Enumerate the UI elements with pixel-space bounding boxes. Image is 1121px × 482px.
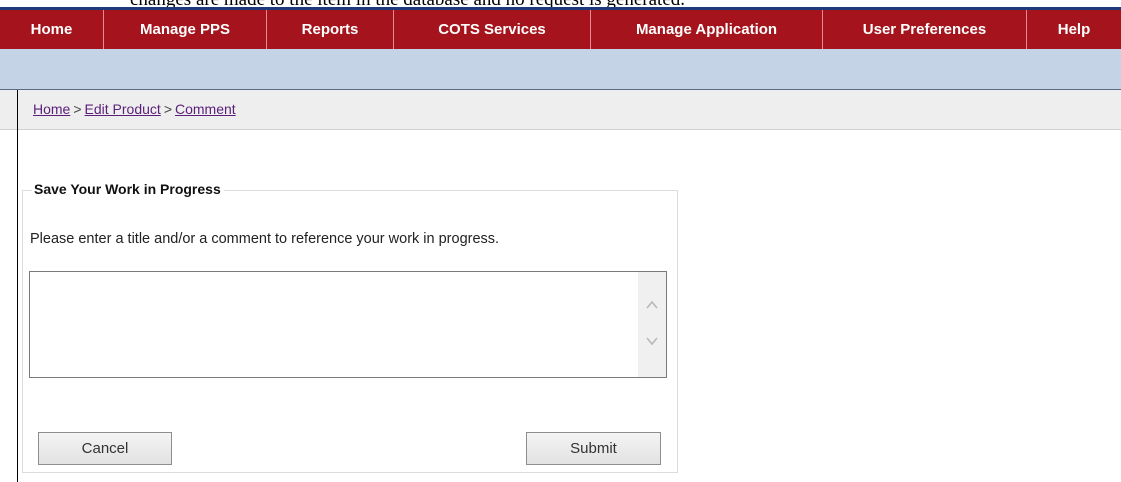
nav-item-user-preferences[interactable]: User Preferences xyxy=(823,10,1027,49)
submit-button[interactable]: Submit xyxy=(526,432,661,465)
nav-item-cots-services[interactable]: COTS Services xyxy=(394,10,591,49)
nav-item-manage-pps[interactable]: Manage PPS xyxy=(104,10,267,49)
comment-textarea-wrapper xyxy=(29,271,667,378)
chevron-up-icon[interactable] xyxy=(645,298,659,312)
chevron-down-icon[interactable] xyxy=(645,334,659,348)
fieldset-legend: Save Your Work in Progress xyxy=(32,181,224,197)
nav-item-reports[interactable]: Reports xyxy=(267,10,394,49)
nav-item-help[interactable]: Help xyxy=(1027,10,1121,49)
breadcrumb-separator: > xyxy=(73,101,82,117)
comment-textarea[interactable] xyxy=(30,272,638,377)
breadcrumb-separator: > xyxy=(163,101,172,117)
breadcrumb-link-edit-product[interactable]: Edit Product xyxy=(85,101,161,117)
textarea-scrollbar[interactable] xyxy=(638,272,666,377)
instructions-text: Please enter a title and/or a comment to… xyxy=(30,231,500,247)
main-navbar: Home Manage PPS Reports COTS Services Ma… xyxy=(0,10,1121,49)
breadcrumb-link-comment[interactable]: Comment xyxy=(175,101,236,117)
left-border-line xyxy=(17,90,18,482)
cancel-button[interactable]: Cancel xyxy=(38,432,172,465)
nav-item-manage-application[interactable]: Manage Application xyxy=(591,10,823,49)
app-page: changes are made to the item in the data… xyxy=(0,0,1121,482)
sub-navbar-band xyxy=(0,49,1121,89)
breadcrumb-link-home[interactable]: Home xyxy=(33,101,70,117)
nav-item-home[interactable]: Home xyxy=(0,10,104,49)
breadcrumb: Home > Edit Product > Comment xyxy=(33,101,236,117)
